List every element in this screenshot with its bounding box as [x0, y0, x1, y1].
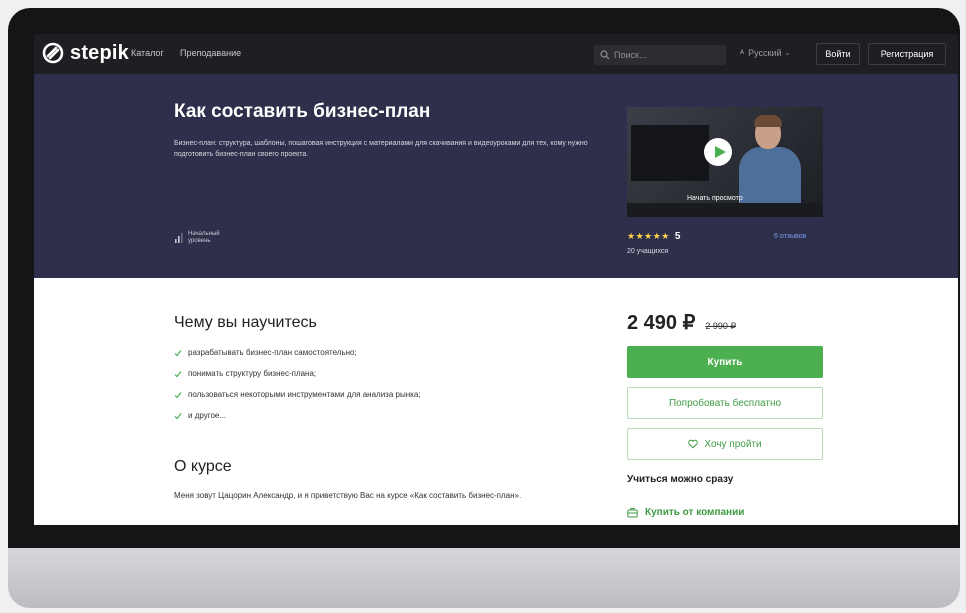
search-placeholder: Поиск...: [614, 50, 647, 60]
rating-value: 5: [674, 231, 681, 242]
stepik-logo[interactable]: stepik: [42, 42, 129, 64]
price-block: 2 490 ₽ 2 990 ₽: [627, 310, 736, 335]
learn-list: разрабатывать бизнес-план самостоятельно…: [174, 342, 420, 426]
monitor-chin: [8, 548, 960, 608]
monitor-frame: stepik Каталог Преподавание Поиск... ᴬ Р…: [8, 8, 960, 608]
language-selector[interactable]: ᴬ Русский ⌄: [740, 48, 790, 58]
checkmark-icon: [174, 412, 182, 419]
buy-from-company-link[interactable]: Купить от компании: [627, 507, 744, 518]
login-label: Войти: [825, 49, 851, 59]
heart-icon: [688, 439, 699, 449]
course-description: Бизнес-план: структура, шаблоны, пошагов…: [174, 140, 588, 158]
play-icon: [714, 146, 726, 158]
list-item: понимать структуру бизнес-плана;: [174, 363, 420, 384]
try-free-label: Попробовать бесплатно: [668, 397, 782, 409]
list-item: пользоваться некоторыми инструментами дл…: [174, 384, 420, 405]
course-hero: Как составить бизнес-план Бизнес-план: с…: [34, 74, 958, 278]
play-button[interactable]: [704, 138, 732, 166]
register-button[interactable]: Регистрация: [868, 43, 946, 65]
video-preview[interactable]: Начать просмотр: [627, 107, 823, 217]
briefcase-icon: [627, 508, 638, 518]
list-item: и другое...: [174, 405, 420, 426]
old-price: 2 990 ₽: [705, 321, 737, 331]
about-heading: О курсе: [174, 458, 232, 475]
course-level: Начальный уровень: [174, 231, 228, 245]
search-icon: [600, 50, 610, 60]
try-free-button[interactable]: Попробовать бесплатно: [627, 387, 823, 419]
learn-item-text: разрабатывать бизнес-план самостоятельно…: [188, 348, 357, 357]
reviews-link[interactable]: 6 отзывов: [774, 233, 806, 240]
video-desk: [627, 203, 823, 217]
checkmark-icon: [174, 370, 182, 377]
chevron-down-icon: ⌄: [784, 50, 791, 57]
current-price: 2 490 ₽: [627, 312, 696, 334]
browser-screen: stepik Каталог Преподавание Поиск... ᴬ Р…: [34, 34, 958, 525]
top-navbar: stepik Каталог Преподавание Поиск... ᴬ Р…: [34, 34, 958, 74]
list-item: разрабатывать бизнес-план самостоятельно…: [174, 342, 420, 363]
start-note: Учиться можно сразу: [627, 474, 734, 485]
search-input[interactable]: Поиск...: [594, 45, 726, 65]
buy-button[interactable]: Купить: [627, 346, 823, 378]
star-rating-icon: ★★★★★: [627, 231, 670, 241]
learn-item-text: пользоваться некоторыми инструментами дл…: [188, 390, 421, 399]
buy-from-company-label: Купить от компании: [645, 507, 745, 518]
video-caption: Начать просмотр: [687, 195, 743, 202]
translate-icon: ᴬ: [740, 48, 745, 58]
video-background-panel: [631, 125, 709, 181]
learners-count: 20 учащихся: [627, 248, 669, 255]
language-label: Русский: [748, 48, 782, 58]
level-label: Начальный уровень: [188, 231, 220, 244]
logo-text: stepik: [70, 42, 130, 64]
nav-link-catalog[interactable]: Каталог: [131, 48, 164, 58]
wishlist-label: Хочу пройти: [704, 438, 762, 450]
learn-heading: Чему вы научитесь: [174, 314, 317, 331]
checkmark-icon: [174, 349, 182, 356]
login-button[interactable]: Войти: [816, 43, 860, 65]
about-text: Меня зовут Цацорин Александр, и я привет…: [174, 491, 522, 500]
level-bars-icon: [175, 233, 183, 243]
wishlist-button[interactable]: Хочу пройти: [627, 428, 823, 460]
stepik-logo-icon: [42, 42, 64, 64]
video-presenter-hair: [754, 115, 782, 127]
nav-link-teaching[interactable]: Преподавание: [180, 48, 241, 58]
course-title: Как составить бизнес-план: [174, 101, 431, 122]
register-label: Регистрация: [880, 49, 934, 59]
learn-item-text: понимать структуру бизнес-плана;: [188, 369, 317, 378]
checkmark-icon: [174, 391, 182, 398]
buy-label: Купить: [707, 356, 743, 368]
learn-item-text: и другое...: [188, 411, 227, 420]
course-rating: ★★★★★ 5: [627, 231, 680, 242]
